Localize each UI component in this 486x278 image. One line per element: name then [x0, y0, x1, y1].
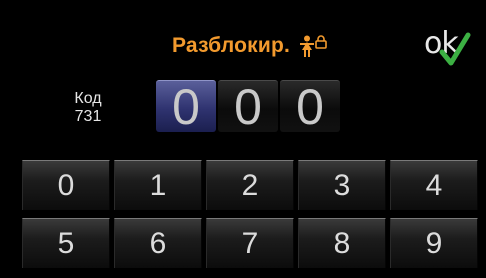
code-label-title: Код: [74, 90, 102, 107]
key-5[interactable]: 5: [22, 218, 110, 268]
key-6[interactable]: 6: [114, 218, 202, 268]
lock-icon: [315, 35, 327, 49]
code-digit-1[interactable]: 0: [156, 79, 216, 135]
key-9[interactable]: 9: [390, 218, 478, 268]
code-label: Код 731: [62, 90, 114, 126]
header: Разблокир.: [172, 31, 327, 61]
header-icons: [300, 35, 327, 57]
key-0[interactable]: 0: [22, 160, 110, 210]
code-digit-2[interactable]: 0: [218, 79, 278, 135]
key-8[interactable]: 8: [298, 218, 386, 268]
code-digit-3[interactable]: 0: [280, 79, 340, 135]
ok-button[interactable]: ok: [420, 24, 476, 70]
page-title: Разблокир.: [172, 34, 291, 57]
code-label-hint: 731: [74, 108, 102, 125]
checkmark-icon: [439, 32, 471, 66]
key-1[interactable]: 1: [114, 160, 202, 210]
key-4[interactable]: 4: [390, 160, 478, 210]
key-3[interactable]: 3: [298, 160, 386, 210]
key-7[interactable]: 7: [206, 218, 294, 268]
unlock-screen: Разблокир. ok Код 731 0 0 0 0 1 2 3 4 5 …: [0, 0, 486, 278]
child-icon: [300, 35, 315, 57]
key-2[interactable]: 2: [206, 160, 294, 210]
